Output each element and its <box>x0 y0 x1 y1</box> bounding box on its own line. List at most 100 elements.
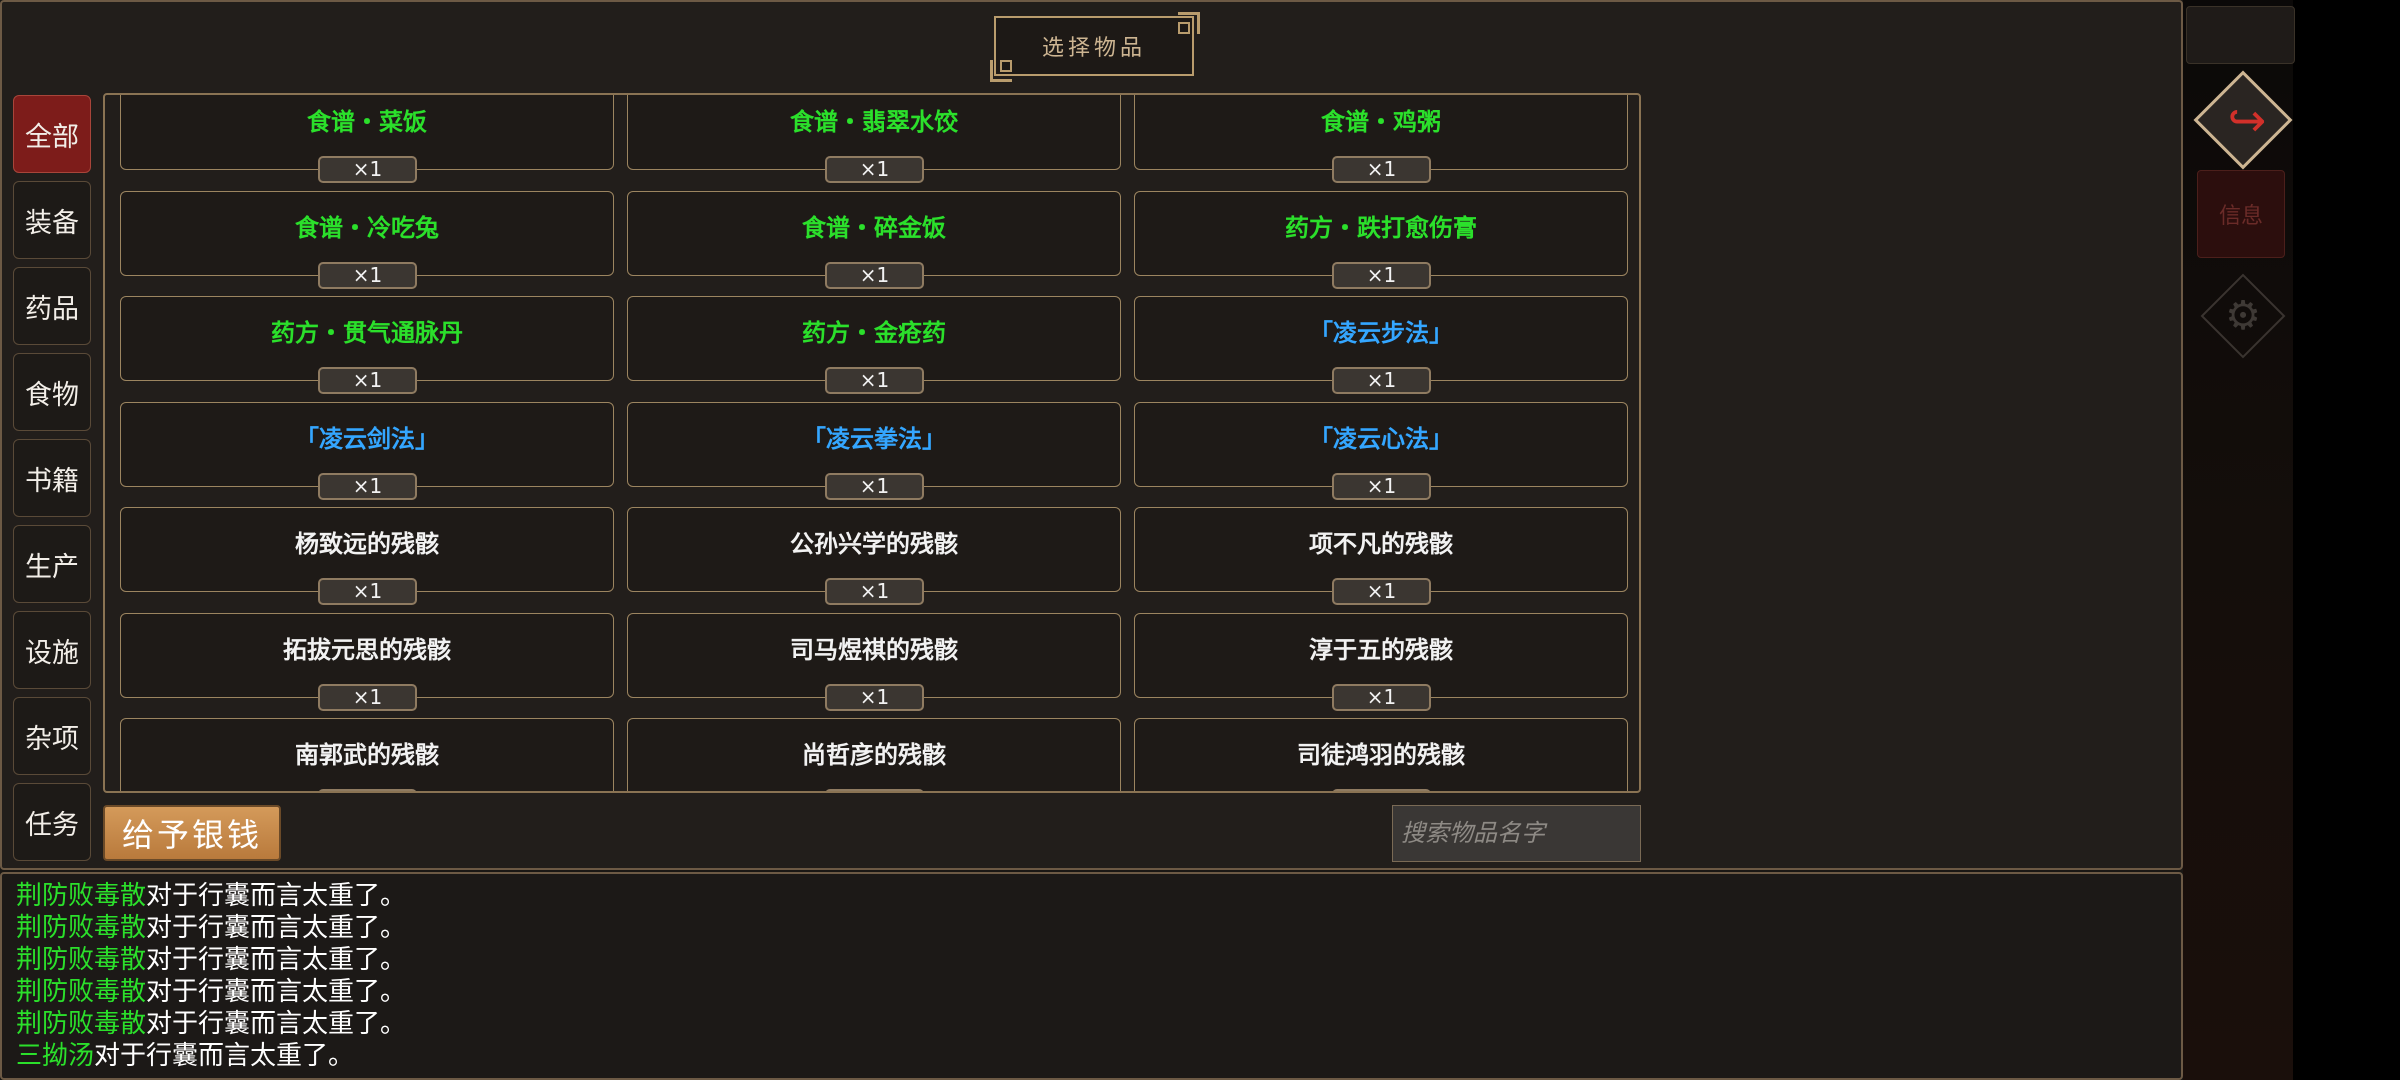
item-name: 「凌云步法」 <box>1309 319 1453 347</box>
log-item-name: 荆防败毒散 <box>16 913 147 943</box>
log-line: 荆防败毒散对于行囊而言太重了。 <box>16 912 2181 944</box>
item-name: 药方・贯气通脉丹 <box>271 319 463 347</box>
item-card[interactable]: 拓拔元思的残骸 ×1 <box>120 612 614 711</box>
item-name: 药方・跌打愈伤膏 <box>1285 213 1477 242</box>
item-card[interactable]: 「凌云拳法」 ×1 <box>627 401 1121 500</box>
log-line: 荆防败毒散对于行囊而言太重了。 <box>16 1008 2181 1040</box>
item-name: 南郭武的残骸 <box>295 741 439 769</box>
item-card[interactable]: 司马煜祺的残骸 ×1 <box>627 612 1121 711</box>
item-quantity-badge: ×1 <box>825 367 924 394</box>
item-quantity-badge: ×1 <box>825 261 924 289</box>
item-quantity-badge: ×1 <box>1332 156 1431 183</box>
item-quantity-badge: ×1 <box>318 578 417 605</box>
log-item-name: 荆防败毒散 <box>16 977 147 1007</box>
item-quantity-badge <box>825 789 924 791</box>
screen-edge <box>2293 0 2400 1080</box>
log-message: 对于行囊而言太重了。 <box>94 1041 355 1071</box>
item-quantity-badge: ×1 <box>318 367 417 394</box>
category-tab-2[interactable]: 药品 <box>13 267 91 345</box>
category-tab-7[interactable]: 杂项 <box>13 697 91 775</box>
item-name: 食谱・冷吃兔 <box>295 213 439 242</box>
log-item-name: 三拗汤 <box>16 1041 95 1071</box>
category-tab-1[interactable]: 装备 <box>13 181 91 259</box>
log-item-name: 荆防败毒散 <box>16 881 147 911</box>
category-tab-4[interactable]: 书籍 <box>13 439 91 517</box>
info-button[interactable]: 信息 <box>2197 170 2285 258</box>
item-name: 淳于五的残骸 <box>1309 635 1453 664</box>
item-name: 杨致远的残骸 <box>295 530 439 558</box>
log-message: 对于行囊而言太重了。 <box>146 913 407 943</box>
item-card[interactable]: 药方・贯气通脉丹 ×1 <box>120 296 614 394</box>
item-name: 公孙兴学的残骸 <box>790 530 958 558</box>
info-label: 信息 <box>2218 204 2263 229</box>
item-quantity-badge: ×1 <box>318 683 417 711</box>
item-card[interactable]: 淳于五的残骸 ×1 <box>1134 612 1628 711</box>
item-quantity-badge: ×1 <box>1332 578 1431 605</box>
select-item-panel: 选择物品 全部装备药品食物书籍生产设施杂项任务 食谱・菜饭 ×1 食谱・翡翠水饺 ×1… <box>0 0 2183 870</box>
category-tab-5[interactable]: 生产 <box>13 525 91 603</box>
item-card[interactable]: 食谱・冷吃兔 ×1 <box>120 190 614 289</box>
item-name: 药方・金疮药 <box>802 319 946 347</box>
item-card[interactable]: 药方・金疮药 ×1 <box>627 296 1121 394</box>
item-name: 「凌云拳法」 <box>802 424 946 453</box>
item-name: 司徒鸿羽的残骸 <box>1297 741 1465 769</box>
top-bar-fragment <box>2186 6 2295 64</box>
log-line: 荆防败毒散对于行囊而言太重了。 <box>16 880 2181 912</box>
item-quantity-badge: ×1 <box>1332 261 1431 289</box>
item-quantity-badge: ×1 <box>825 156 924 183</box>
item-card[interactable]: 项不凡的残骸 ×1 <box>1134 507 1628 605</box>
panel-title-text: 选择物品 <box>1041 36 1146 61</box>
item-name: 食谱・鸡粥 <box>1321 108 1441 136</box>
log-line: 荆防败毒散对于行囊而言太重了。 <box>16 976 2181 1008</box>
log-line: 荆防败毒散对于行囊而言太重了。 <box>16 944 2181 976</box>
return-arrow-icon[interactable]: ↪ <box>2221 94 2273 146</box>
log-message: 对于行囊而言太重了。 <box>146 881 407 911</box>
category-tab-6[interactable]: 设施 <box>13 611 91 689</box>
log-message: 对于行囊而言太重了。 <box>146 1009 407 1039</box>
log-line: 三拗汤对于行囊而言太重了。 <box>16 1040 2181 1072</box>
item-name: 食谱・碎金饭 <box>802 213 946 242</box>
give-money-button[interactable]: 给予银钱 <box>103 805 281 861</box>
item-quantity-badge: ×1 <box>1332 472 1431 500</box>
item-quantity-badge <box>318 789 417 791</box>
log-item-name: 荆防败毒散 <box>16 1009 147 1039</box>
item-quantity-badge: ×1 <box>318 261 417 289</box>
search-input[interactable]: 搜索物品名字 <box>1392 805 1641 862</box>
log-item-name: 荆防败毒散 <box>16 945 147 975</box>
item-name: 项不凡的残骸 <box>1309 530 1453 558</box>
item-card[interactable]: 南郭武的残骸 <box>120 718 614 791</box>
log-message: 对于行囊而言太重了。 <box>146 945 407 975</box>
item-name: 尚哲彦的残骸 <box>802 741 946 769</box>
item-quantity-badge: ×1 <box>318 472 417 500</box>
gear-icon[interactable]: ⚙ <box>2213 286 2273 346</box>
item-card[interactable]: 食谱・碎金饭 ×1 <box>627 190 1121 289</box>
item-card[interactable]: 「凌云步法」 ×1 <box>1134 296 1628 394</box>
category-tab-0[interactable]: 全部 <box>13 95 91 173</box>
panel-title: 选择物品 <box>990 12 1200 82</box>
item-card[interactable]: 司徒鸿羽的残骸 <box>1134 718 1628 791</box>
item-quantity-badge: ×1 <box>825 683 924 711</box>
item-name: 司马煜祺的残骸 <box>790 635 958 664</box>
message-log: 荆防败毒散对于行囊而言太重了。 荆防败毒散对于行囊而言太重了。 荆防败毒散对于行囊而… <box>0 872 2183 1080</box>
item-grid[interactable]: 食谱・菜饭 ×1 食谱・翡翠水饺 ×1 食谱・鸡粥 ×1 食谱・冷吃兔 ×1 食谱・碎金饭 ×1 药… <box>103 93 1641 793</box>
log-message: 对于行囊而言太重了。 <box>146 977 407 1007</box>
item-quantity-badge <box>1332 789 1431 791</box>
item-card[interactable]: 食谱・鸡粥 ×1 <box>1134 95 1628 183</box>
item-card[interactable]: 杨致远的残骸 ×1 <box>120 507 614 605</box>
category-tab-8[interactable]: 任务 <box>13 783 91 861</box>
item-quantity-badge: ×1 <box>318 156 417 183</box>
item-name: 食谱・菜饭 <box>307 108 427 136</box>
category-tab-3[interactable]: 食物 <box>13 353 91 431</box>
item-card[interactable]: 公孙兴学的残骸 ×1 <box>627 507 1121 605</box>
item-quantity-badge: ×1 <box>825 472 924 500</box>
item-card[interactable]: 食谱・菜饭 ×1 <box>120 95 614 183</box>
item-name: 食谱・翡翠水饺 <box>790 108 958 136</box>
item-card[interactable]: 「凌云心法」 ×1 <box>1134 401 1628 500</box>
item-card[interactable]: 食谱・翡翠水饺 ×1 <box>627 95 1121 183</box>
item-card[interactable]: 药方・跌打愈伤膏 ×1 <box>1134 190 1628 289</box>
item-quantity-badge: ×1 <box>825 578 924 605</box>
item-name: 「凌云心法」 <box>1309 424 1453 453</box>
item-name: 「凌云剑法」 <box>295 424 439 453</box>
item-card[interactable]: 「凌云剑法」 ×1 <box>120 401 614 500</box>
item-card[interactable]: 尚哲彦的残骸 <box>627 718 1121 791</box>
